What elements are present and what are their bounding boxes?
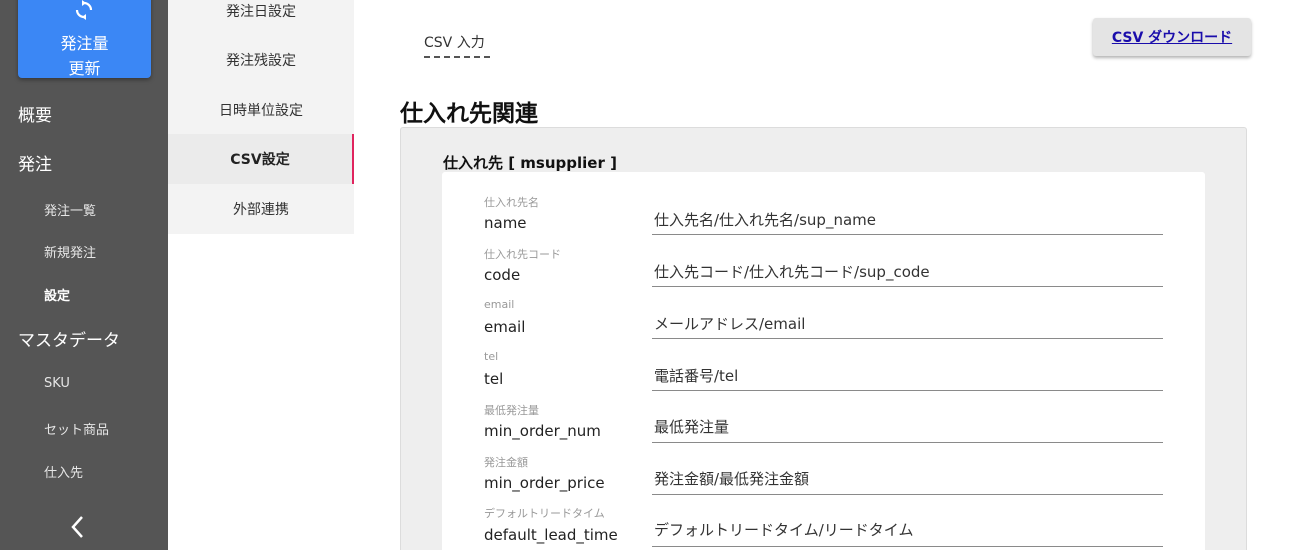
tab-underline xyxy=(424,56,490,58)
field-label: email xyxy=(484,318,526,336)
submenu-backorder-settings[interactable]: 発注残設定 xyxy=(168,35,354,85)
field-mapping-input[interactable]: メールアドレス/email xyxy=(654,313,1163,334)
input-underline xyxy=(652,338,1163,339)
input-underline xyxy=(652,286,1163,287)
submenu-csv-settings[interactable]: CSV設定 xyxy=(168,134,354,184)
nav-order-list[interactable]: 発注一覧 xyxy=(44,200,96,219)
field-mapping-input[interactable]: 最低発注量 xyxy=(654,416,1163,437)
field-label-ja: 発注金額 xyxy=(484,456,528,469)
field-label-ja: 仕入れ先コード xyxy=(484,248,561,261)
submenu-datetime-unit-settings[interactable]: 日時単位設定 xyxy=(168,85,354,135)
field-label: name xyxy=(484,214,527,232)
nav-set-product[interactable]: セット商品 xyxy=(44,419,109,438)
sidebar: 発注量 更新 概要 発注 発注一覧 新規発注 設定 マスタデータ SKU セット… xyxy=(0,0,168,550)
refresh-button-label-1: 発注量 xyxy=(60,34,109,53)
nav-settings[interactable]: 設定 xyxy=(44,285,70,304)
field-label: default_lead_time xyxy=(484,526,618,544)
field-label-ja: email xyxy=(484,298,515,311)
field-mapping-input[interactable]: 発注金額/最低発注金額 xyxy=(654,468,1163,489)
nav-new-order[interactable]: 新規発注 xyxy=(44,242,96,261)
submenu-order-date-settings[interactable]: 発注日設定 xyxy=(168,0,354,36)
field-label-ja: デフォルトリードタイム xyxy=(484,507,605,520)
field-label-ja: 仕入れ先名 xyxy=(484,196,539,209)
field-label: code xyxy=(484,266,521,284)
refresh-order-quantity-button[interactable]: 発注量 更新 xyxy=(18,0,151,78)
input-underline xyxy=(652,442,1163,443)
csv-download-button[interactable]: CSV ダウンロード xyxy=(1093,18,1251,56)
nav-supplier[interactable]: 仕入先 xyxy=(44,462,83,481)
nav-overview[interactable]: 概要 xyxy=(18,101,52,126)
field-label-ja: tel xyxy=(484,350,499,363)
panel-title: 仕入れ先 [ msupplier ] xyxy=(443,154,617,172)
refresh-icon xyxy=(75,0,93,20)
field-label: tel xyxy=(484,370,504,388)
nav-sku[interactable]: SKU xyxy=(44,376,70,391)
field-mapping-input[interactable]: デフォルトリードタイム/リードタイム xyxy=(654,519,1163,540)
settings-submenu: 発注日設定 発注残設定 日時単位設定 CSV設定 外部連携 xyxy=(168,0,354,234)
input-underline xyxy=(652,390,1163,391)
field-mapping-input[interactable]: 仕入先名/仕入れ先名/sup_name xyxy=(654,209,1163,230)
field-label-ja: 最低発注量 xyxy=(484,404,539,417)
refresh-button-label-2: 更新 xyxy=(68,59,101,78)
field-mapping-input[interactable]: 仕入先コード/仕入れ先コード/sup_code xyxy=(654,261,1163,282)
field-mapping-input[interactable]: 電話番号/tel xyxy=(654,365,1163,386)
chevron-left-icon[interactable] xyxy=(68,514,88,540)
section-title: 仕入れ先関連 xyxy=(400,101,538,127)
submenu-external-integration[interactable]: 外部連携 xyxy=(168,184,354,234)
tab-csv-input[interactable]: CSV 入力 xyxy=(424,32,485,52)
input-underline xyxy=(652,546,1163,547)
field-label: min_order_num xyxy=(484,422,601,440)
nav-order[interactable]: 発注 xyxy=(18,150,52,175)
input-underline xyxy=(652,494,1163,495)
nav-master-data[interactable]: マスタデータ xyxy=(18,326,120,351)
field-label: min_order_price xyxy=(484,474,605,492)
input-underline xyxy=(652,234,1163,235)
